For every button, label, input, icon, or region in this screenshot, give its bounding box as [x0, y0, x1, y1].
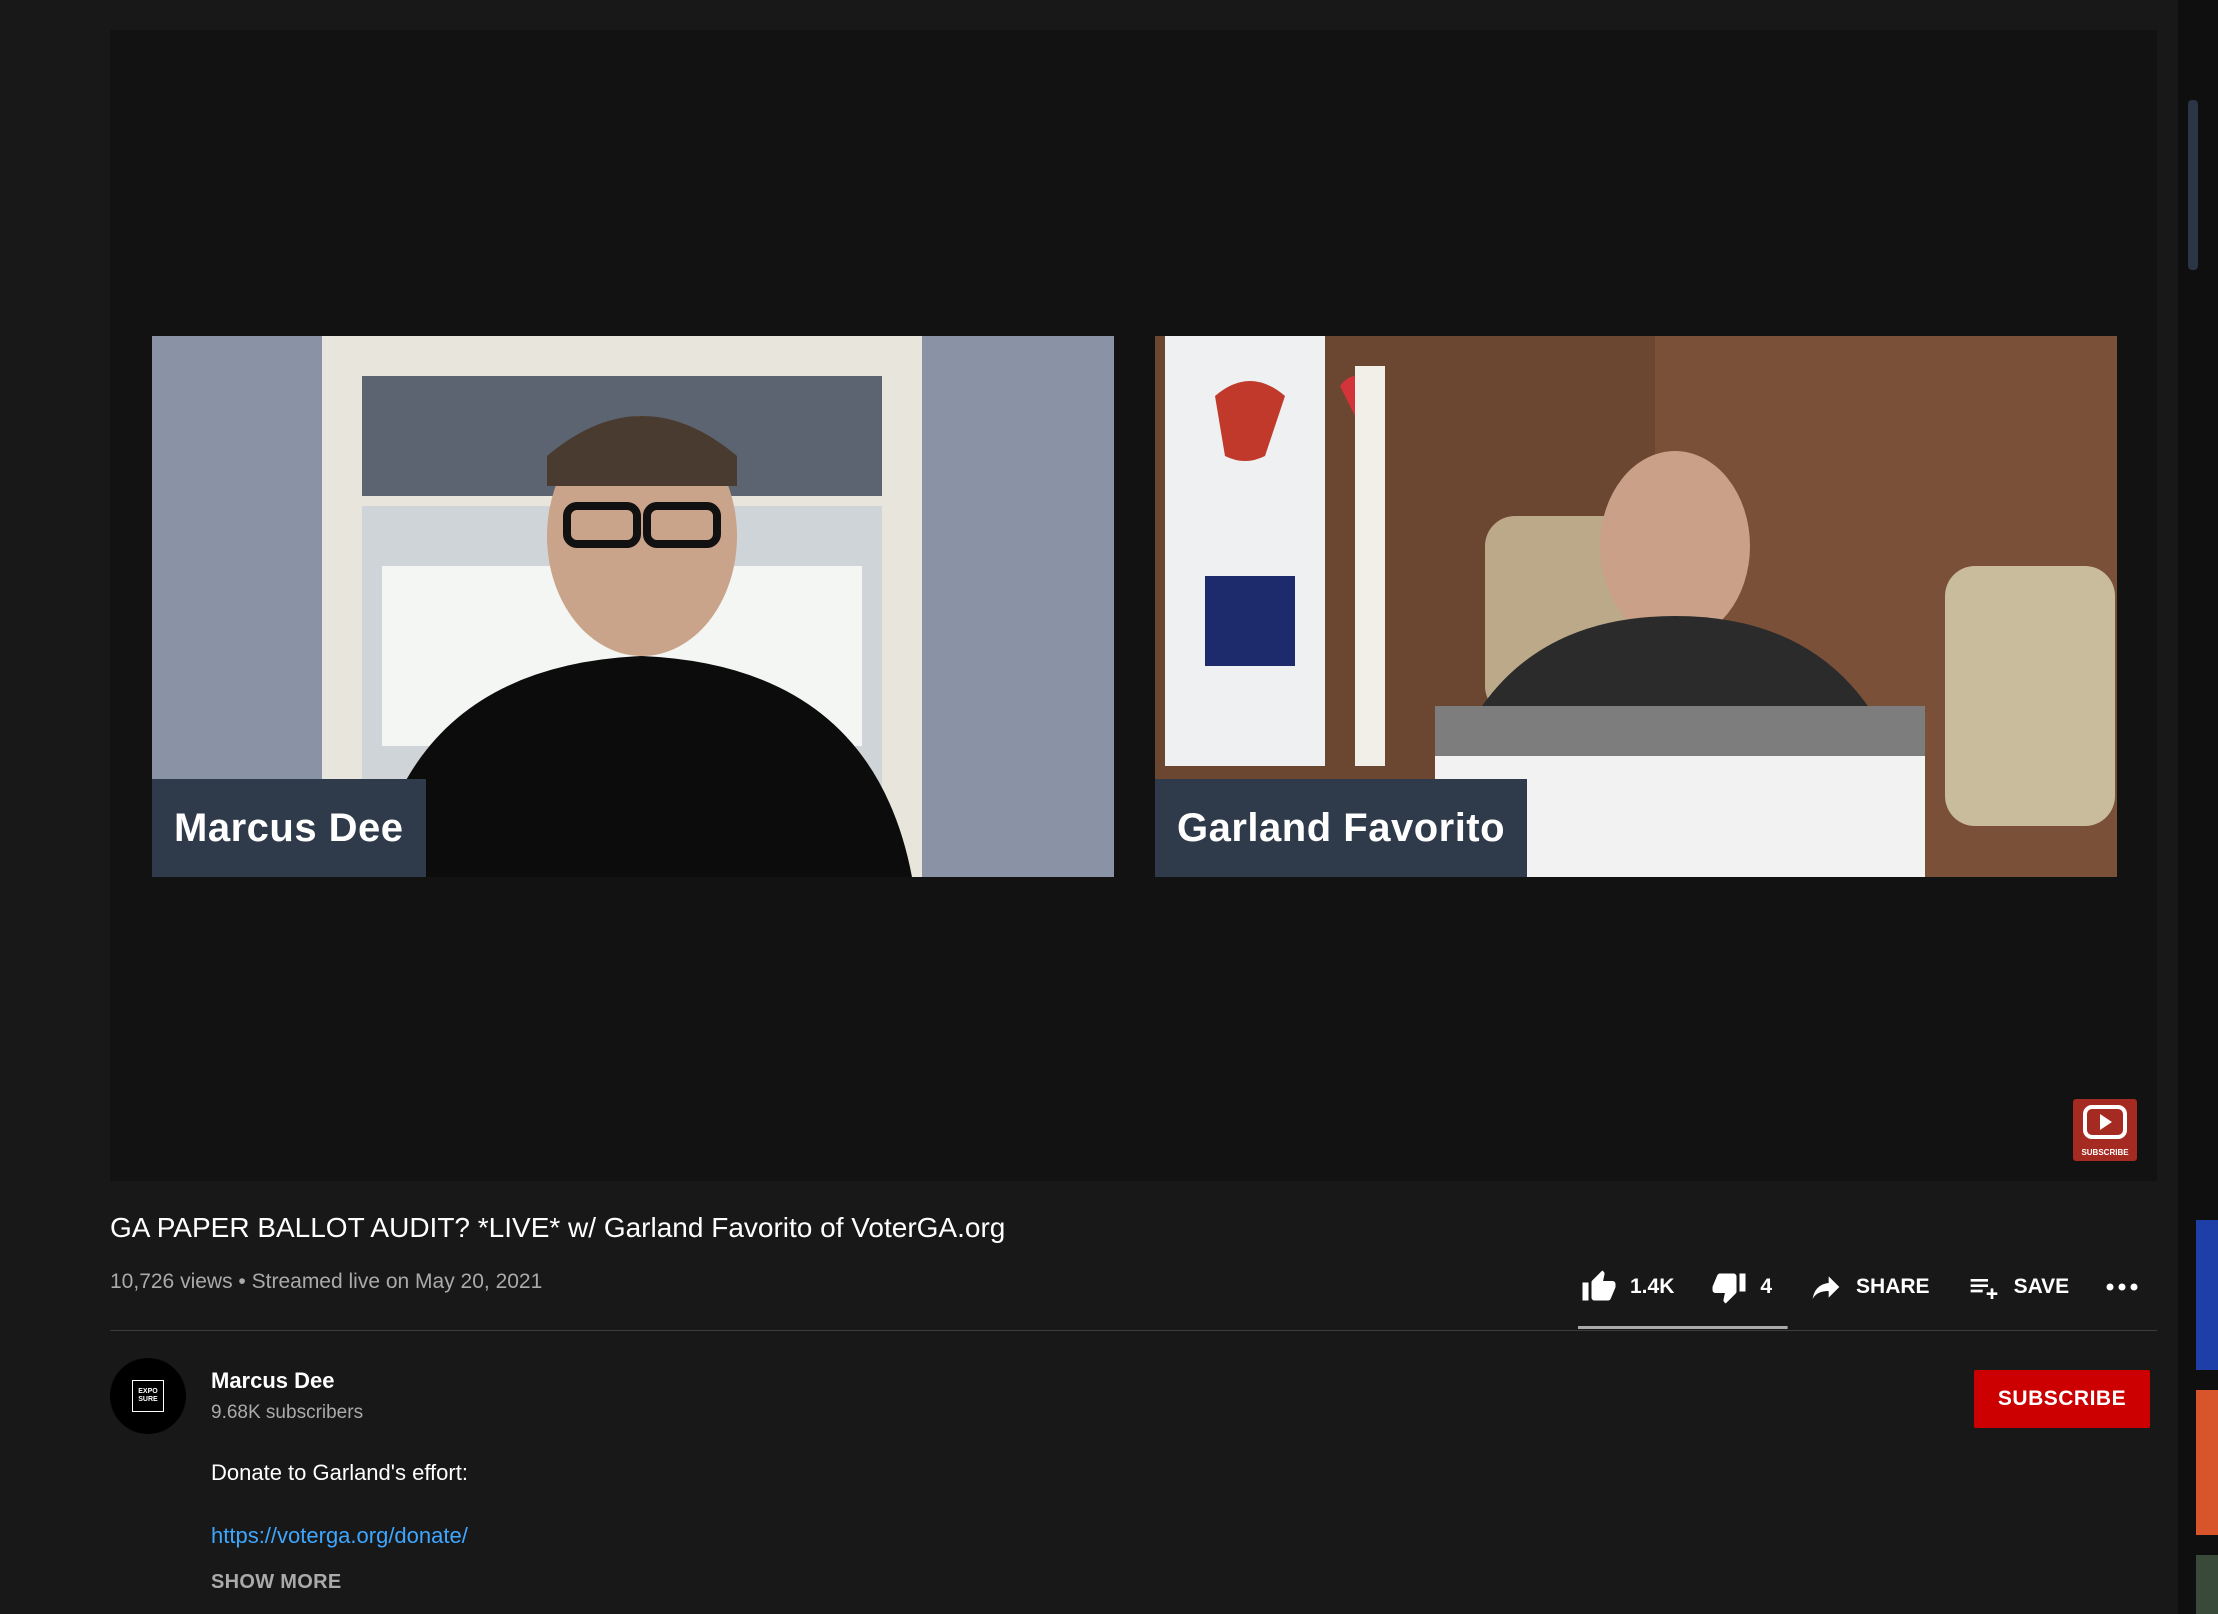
show-more-button[interactable]: SHOW MORE [211, 1571, 341, 1594]
recommendations-strip [2178, 0, 2218, 1614]
thumbs-down-icon [1712, 1273, 1746, 1304]
donate-link[interactable]: https://voterga.org/donate/ [211, 1523, 468, 1549]
share-icon [1812, 1276, 1840, 1299]
more-horizontal-icon [2106, 1283, 2138, 1291]
divider [110, 1330, 2157, 1331]
more-actions-button[interactable] [2105, 1282, 2151, 1292]
participant-nameplate-left: Marcus Dee [152, 779, 426, 877]
action-bar: 1.4K 4 SHARE SAVE [1580, 1262, 2187, 1312]
video-meta: 10,726 views • Streamed live on May 20, … [110, 1270, 542, 1294]
video-player[interactable]: Marcus Dee Garland Favorito SUBSCRIBE [110, 30, 2157, 1181]
recommended-thumbnail[interactable] [2196, 1390, 2218, 1535]
like-count: 1.4K [1630, 1275, 1675, 1298]
share-label: SHARE [1856, 1275, 1930, 1298]
share-button[interactable]: SHARE [1808, 1271, 1930, 1303]
dislike-button[interactable]: 4 [1710, 1269, 1772, 1305]
channel-avatar[interactable]: EXPO SURE [110, 1358, 186, 1434]
save-label: SAVE [2013, 1275, 2070, 1298]
view-count: 10,726 views [110, 1270, 233, 1293]
description-text: Donate to Garland's effort: [211, 1460, 468, 1485]
playlist-add-icon [1970, 1279, 1997, 1299]
participant-video-right: Garland Favorito [1155, 336, 2117, 877]
subscriber-count: 9.68K subscribers [211, 1402, 364, 1423]
watermark-label: SUBSCRIBE [2081, 1148, 2129, 1157]
subscribe-watermark[interactable]: SUBSCRIBE [2073, 1099, 2137, 1161]
save-button[interactable]: SAVE [1966, 1271, 2070, 1303]
sentiment-bar [1578, 1326, 1788, 1329]
channel-name[interactable]: Marcus Dee [211, 1368, 335, 1394]
video-title: GA PAPER BALLOT AUDIT? *LIVE* w/ Garland… [110, 1212, 1006, 1243]
scrollbar-thumb[interactable] [2188, 100, 2198, 270]
participant-video-left: Marcus Dee [152, 336, 1114, 877]
recommended-thumbnail[interactable] [2196, 1555, 2218, 1614]
meta-separator: • [238, 1270, 246, 1293]
youtube-play-icon [2083, 1105, 2127, 1139]
stream-date: Streamed live on May 20, 2021 [251, 1270, 543, 1293]
thumbs-up-icon [1582, 1270, 1616, 1301]
recommended-thumbnail[interactable] [2196, 1220, 2218, 1370]
participant-nameplate-right: Garland Favorito [1155, 779, 1528, 877]
subscribe-button[interactable]: SUBSCRIBE [1974, 1370, 2150, 1428]
like-button[interactable]: 1.4K [1580, 1269, 1674, 1305]
sentiment-bar-fill [1578, 1326, 1788, 1329]
dislike-count: 4 [1760, 1275, 1773, 1298]
channel-logo: EXPO SURE [132, 1380, 164, 1412]
